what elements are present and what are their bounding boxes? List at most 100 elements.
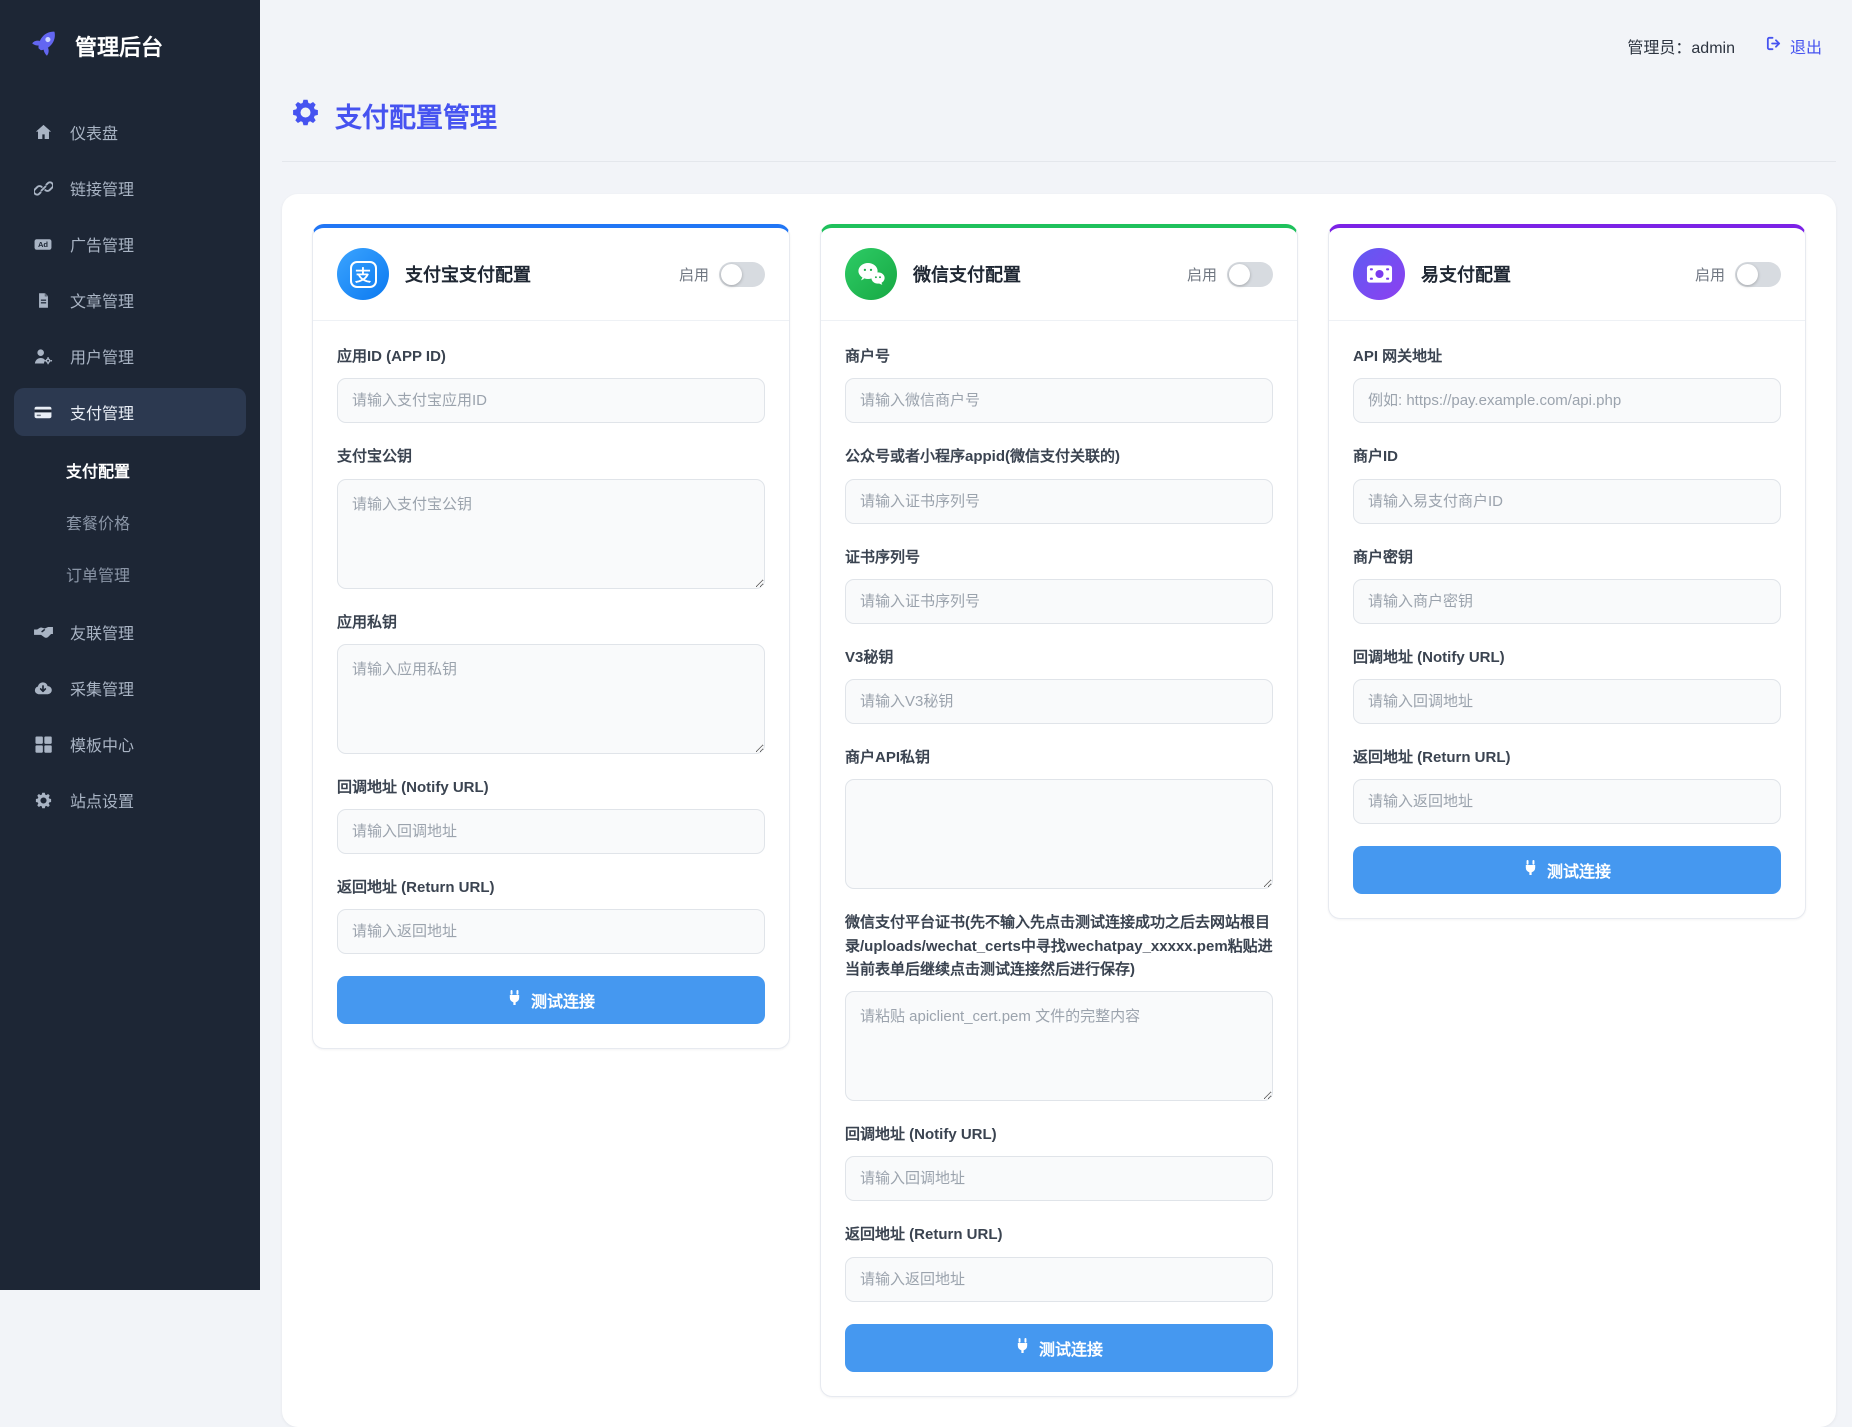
- epay-field-2: 商户密钥: [1353, 546, 1781, 624]
- sidebar-subitem-package-price[interactable]: 套餐价格: [0, 496, 260, 548]
- field-label: 商户ID: [1353, 445, 1781, 468]
- content-panel: 支支付宝支付配置启用应用ID (APP ID)支付宝公钥应用私钥回调地址 (No…: [282, 194, 1836, 1427]
- alipay-field-2: 应用私钥: [337, 611, 765, 754]
- field-label: 商户密钥: [1353, 546, 1781, 569]
- field-label: 回调地址 (Notify URL): [1353, 646, 1781, 669]
- alipay-enable-toggle[interactable]: [719, 262, 765, 287]
- wechat-input-6[interactable]: [845, 1156, 1273, 1201]
- wechat-field-0: 商户号: [845, 345, 1273, 423]
- field-label: API 网关地址: [1353, 345, 1781, 368]
- epay-input-1[interactable]: [1353, 479, 1781, 524]
- epay-card-header: 易支付配置启用: [1329, 228, 1805, 321]
- sidebar-item-ads[interactable]: Ad 广告管理: [14, 220, 246, 268]
- epay-enable-toggle[interactable]: [1735, 262, 1781, 287]
- plug-icon: [1015, 1337, 1030, 1359]
- alipay-enable-wrap: 启用: [679, 262, 765, 287]
- sidebar: 管理后台 仪表盘链接管理 Ad 广告管理文章管理用户管理支付管理支付配置套餐价格订单…: [0, 0, 260, 1290]
- payment-cards: 支支付宝支付配置启用应用ID (APP ID)支付宝公钥应用私钥回调地址 (No…: [312, 224, 1806, 1397]
- alipay-card: 支支付宝支付配置启用应用ID (APP ID) 支付宝公钥应用私钥回调地址 (No…: [312, 224, 790, 1049]
- sign-out-icon: [1765, 35, 1782, 57]
- epay-enable-wrap: 启用: [1695, 262, 1781, 287]
- sidebar-subitem-orders[interactable]: 订单管理: [0, 548, 260, 600]
- alipay-input-4[interactable]: [337, 909, 765, 954]
- epay-field-0: API 网关地址: [1353, 345, 1781, 423]
- sidebar-item-users[interactable]: 用户管理: [14, 332, 246, 380]
- money-bill-icon: [1353, 248, 1405, 300]
- plug-icon: [507, 989, 522, 1011]
- epay-test-connection-button[interactable]: 测试连接: [1353, 846, 1781, 894]
- epay-input-4[interactable]: [1353, 779, 1781, 824]
- sidebar-item-friend-links[interactable]: 友联管理: [14, 608, 246, 656]
- alipay-field-3: 回调地址 (Notify URL): [337, 776, 765, 854]
- wechat-enable-wrap: 启用: [1187, 262, 1273, 287]
- link-icon: [32, 179, 54, 198]
- alipay-test-connection-button[interactable]: 测试连接: [337, 976, 765, 1024]
- field-label: 返回地址 (Return URL): [1353, 746, 1781, 769]
- file-icon: [32, 291, 54, 310]
- epay-field-4: 返回地址 (Return URL): [1353, 746, 1781, 824]
- wechat-card-header: 微信支付配置启用: [821, 228, 1297, 321]
- enable-label: 启用: [1187, 264, 1217, 285]
- sidebar-item-label: 用户管理: [70, 344, 134, 368]
- page-header: 支付配置管理: [282, 92, 1836, 162]
- epay-card-title: 易支付配置: [1421, 261, 1679, 287]
- wechat-input-3[interactable]: [845, 679, 1273, 724]
- field-label: 返回地址 (Return URL): [337, 876, 765, 899]
- sidebar-item-articles[interactable]: 文章管理: [14, 276, 246, 324]
- ad-icon: Ad: [32, 235, 54, 254]
- field-label: 商户号: [845, 345, 1273, 368]
- sidebar-item-label: 广告管理: [70, 232, 134, 256]
- field-label: V3秘钥: [845, 646, 1273, 669]
- sidebar-item-links[interactable]: 链接管理: [14, 164, 246, 212]
- field-label: 支付宝公钥: [337, 445, 765, 468]
- epay-field-3: 回调地址 (Notify URL): [1353, 646, 1781, 724]
- sidebar-item-templates[interactable]: 模板中心: [14, 720, 246, 768]
- wechat-input-5[interactable]: [845, 991, 1273, 1101]
- epay-input-2[interactable]: [1353, 579, 1781, 624]
- sidebar-item-label: 站点设置: [70, 788, 134, 812]
- wechat-test-connection-button[interactable]: 测试连接: [845, 1324, 1273, 1372]
- sidebar-item-dashboard[interactable]: 仪表盘: [14, 108, 246, 156]
- wechat-input-7[interactable]: [845, 1257, 1273, 1302]
- test-connection-label: 测试连接: [531, 988, 595, 1012]
- handshake-icon: [32, 623, 54, 642]
- home-icon: [32, 123, 54, 142]
- sidebar-item-label: 支付管理: [70, 400, 134, 424]
- wechat-input-1[interactable]: [845, 479, 1273, 524]
- alipay-field-4: 返回地址 (Return URL): [337, 876, 765, 954]
- page-title: 支付配置管理: [335, 96, 497, 135]
- field-label: 证书序列号: [845, 546, 1273, 569]
- sidebar-item-label: 模板中心: [70, 732, 134, 756]
- main-area: 管理员：admin 退出 支付配置管理 支支付宝支付配置启用应用ID (: [260, 0, 1852, 1290]
- field-label: 公众号或者小程序appid(微信支付关联的): [845, 445, 1273, 468]
- sidebar-item-site-settings[interactable]: 站点设置: [14, 776, 246, 824]
- logout-link[interactable]: 退出: [1765, 34, 1822, 58]
- epay-input-3[interactable]: [1353, 679, 1781, 724]
- admin-name: admin: [1691, 40, 1735, 57]
- alipay-input-3[interactable]: [337, 809, 765, 854]
- sidebar-subitem-payment-config[interactable]: 支付配置: [0, 444, 260, 496]
- test-connection-label: 测试连接: [1547, 858, 1611, 882]
- alipay-field-0: 应用ID (APP ID): [337, 345, 765, 423]
- admin-info: 管理员：admin: [1627, 34, 1735, 58]
- wechat-field-6: 回调地址 (Notify URL): [845, 1123, 1273, 1201]
- wechat-field-1: 公众号或者小程序appid(微信支付关联的): [845, 445, 1273, 523]
- field-label: 应用ID (APP ID): [337, 345, 765, 368]
- grid-icon: [32, 735, 54, 754]
- alipay-card-title: 支付宝支付配置: [405, 261, 663, 287]
- epay-input-0[interactable]: [1353, 378, 1781, 423]
- alipay-icon: 支: [337, 248, 389, 300]
- wechat-input-2[interactable]: [845, 579, 1273, 624]
- wechat-enable-toggle[interactable]: [1227, 262, 1273, 287]
- wechat-card-body: 商户号公众号或者小程序appid(微信支付关联的)证书序列号V3秘钥商户API私…: [821, 321, 1297, 1396]
- wechat-input-0[interactable]: [845, 378, 1273, 423]
- wechat-input-4[interactable]: [845, 779, 1273, 889]
- alipay-input-0[interactable]: [337, 378, 765, 423]
- field-label: 回调地址 (Notify URL): [845, 1123, 1273, 1146]
- sidebar-item-collection[interactable]: 采集管理: [14, 664, 246, 712]
- alipay-input-1[interactable]: [337, 479, 765, 589]
- sidebar-item-payments[interactable]: 支付管理: [14, 388, 246, 436]
- app-title: 管理后台: [75, 30, 163, 62]
- sidebar-item-label: 采集管理: [70, 676, 134, 700]
- alipay-input-2[interactable]: [337, 644, 765, 754]
